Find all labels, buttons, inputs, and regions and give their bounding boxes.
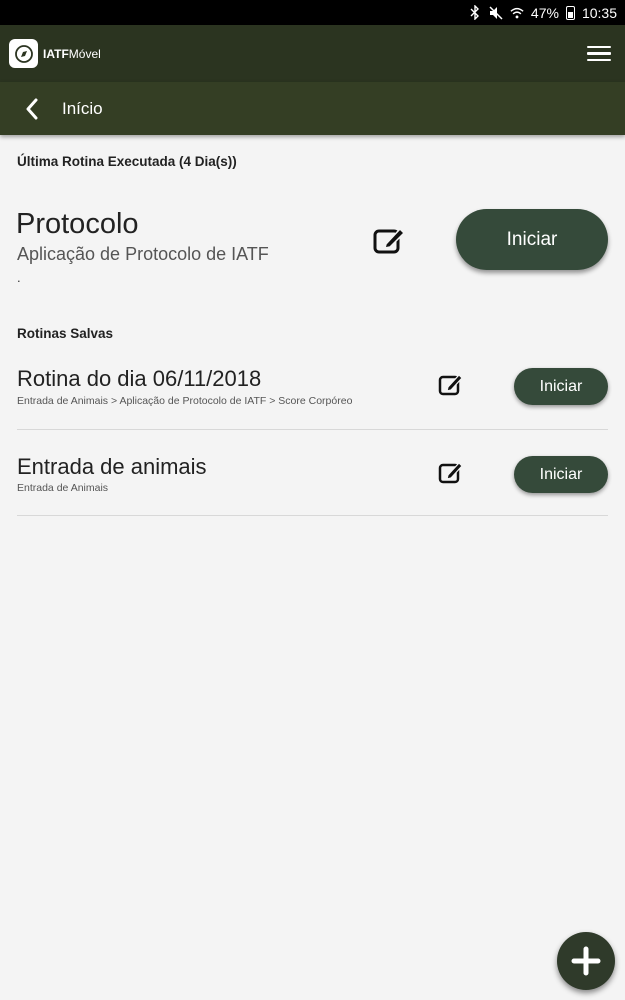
start-routine-button[interactable]: Iniciar: [514, 456, 608, 493]
last-routine-extra: .: [17, 270, 21, 285]
add-routine-button[interactable]: [557, 932, 615, 990]
app-logo-icon: [9, 39, 38, 68]
logo-bold-text: IATF: [43, 46, 69, 61]
routine-title: Entrada de animais: [17, 454, 207, 479]
hamburger-menu-icon[interactable]: [587, 42, 611, 66]
start-routine-button[interactable]: Iniciar: [514, 368, 608, 405]
edit-icon[interactable]: [372, 226, 406, 256]
battery-percentage: 47%: [530, 4, 559, 21]
list-item[interactable]: Rotina do dia 06/11/2018 Entrada de Anim…: [17, 344, 608, 430]
edit-icon[interactable]: [438, 461, 464, 485]
plus-icon: [571, 946, 601, 976]
wifi-icon: [510, 5, 524, 21]
status-bar: 47% 10:35: [0, 0, 625, 25]
logo-light-text: Móvel: [68, 46, 101, 61]
app-logo-text: IATFMóvel: [43, 47, 101, 61]
routine-path: Entrada de Animais > Aplicação de Protoc…: [17, 395, 353, 407]
saved-routines-label: Rotinas Salvas: [17, 326, 114, 341]
edit-icon[interactable]: [438, 373, 464, 397]
clock-time: 10:35: [581, 4, 617, 21]
page-title: Início: [62, 98, 103, 118]
routine-path: Entrada de Animais: [17, 482, 109, 494]
list-item[interactable]: Entrada de animais Entrada de Animais In…: [17, 430, 608, 516]
last-routine-subtitle: Aplicação de Protocolo de IATF: [17, 244, 269, 264]
navigation-bar: Início: [0, 82, 625, 135]
battery-icon: [565, 5, 575, 20]
last-routine-title: Protocolo: [16, 208, 139, 240]
last-routine-label: Última Rotina Executada (4 Dia(s)): [17, 154, 237, 169]
routine-title: Rotina do dia 06/11/2018: [17, 366, 262, 391]
mute-icon: [489, 5, 503, 21]
start-last-routine-button[interactable]: Iniciar: [456, 209, 608, 270]
bluetooth-icon: [468, 5, 482, 21]
app-bar: IATFMóvel: [0, 25, 625, 82]
chevron-left-icon[interactable]: [22, 97, 42, 121]
